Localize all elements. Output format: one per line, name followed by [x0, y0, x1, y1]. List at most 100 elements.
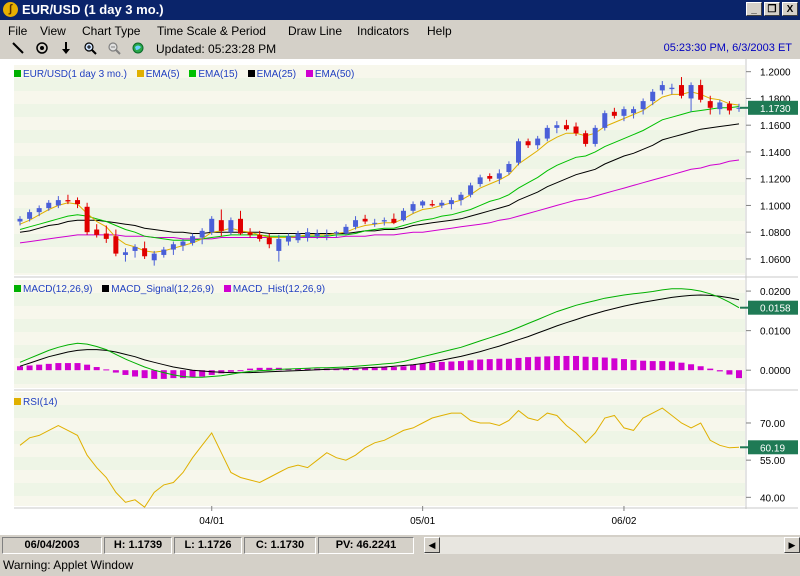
maximize-button[interactable]: ❐ [764, 2, 780, 16]
candle-body [525, 141, 531, 146]
candle-body [209, 218, 215, 233]
macd-hist-bar [371, 367, 378, 371]
candle-body [55, 200, 61, 206]
candle-body [650, 91, 656, 102]
macd-hist-bar [103, 369, 110, 371]
zoom-out-icon[interactable] [106, 41, 122, 57]
macd-hist-bar [74, 363, 81, 371]
rsi-last-value-label: 60.19 [760, 443, 785, 454]
macd-hist-bar [419, 363, 426, 371]
minimize-button[interactable]: _ [746, 2, 762, 16]
status-high: H: 1.1739 [104, 537, 172, 554]
menu-draw-line[interactable]: Draw Line [288, 24, 342, 38]
grid-band [14, 457, 745, 470]
menu-help[interactable]: Help [427, 24, 452, 38]
zoom-in-icon[interactable] [82, 41, 98, 57]
candle-body [161, 249, 167, 255]
price-tick-label: 1.1400 [760, 148, 791, 159]
legend-swatch-hist [223, 285, 231, 292]
grid-band [14, 182, 745, 195]
title-bar: ʃ EUR/USD (1 day 3 mo.) _ ❐ X [0, 0, 800, 20]
price-last-value-label: 1.1730 [760, 104, 791, 115]
price-tick-label: 1.1600 [760, 121, 791, 132]
candle-body [103, 233, 109, 239]
menu-file[interactable]: File [8, 24, 27, 38]
candle-body [487, 176, 493, 179]
menu-indicators[interactable]: Indicators [357, 24, 409, 38]
candle-body [170, 244, 176, 250]
macd-hist-bar [438, 361, 445, 371]
macd-hist-bar [716, 370, 723, 372]
candle-body [17, 218, 23, 222]
macd-hist-bar [93, 367, 100, 371]
grid-band [14, 143, 745, 156]
grid-band [14, 156, 745, 169]
grid-band [14, 405, 745, 418]
macd-hist-bar [678, 362, 685, 371]
macd-hist-bar [84, 364, 91, 371]
menu-view[interactable]: View [40, 24, 66, 38]
legend-macd: MACD(12,26,9) [23, 284, 93, 295]
legend-swatch-ema5 [136, 70, 144, 77]
candle-body [295, 233, 301, 241]
chart-area[interactable]: 1.2000 1.1800 1.1600 1.1400 1.1200 1.1000 1.08… [0, 59, 800, 535]
rsi-last-value: 60.19 [740, 440, 798, 455]
macd-hist-bar [659, 361, 666, 371]
candle-body [94, 229, 100, 235]
candle-body [726, 103, 732, 111]
date-tick-label: 05/01 [410, 516, 435, 527]
horizontal-scrollbar[interactable]: ◀ ▶ [424, 537, 800, 554]
candle-body [75, 200, 81, 205]
globe-icon[interactable] [130, 41, 146, 57]
candle-body [199, 230, 205, 238]
applet-warning: Warning: Applet Window [3, 558, 134, 572]
macd-hist-bar [486, 359, 493, 371]
candle-body [717, 102, 723, 110]
price-last-value: 1.1730 [740, 100, 798, 115]
target-icon[interactable] [34, 41, 50, 57]
macd-hist-bar [352, 368, 359, 371]
scroll-left-button[interactable]: ◀ [424, 537, 440, 553]
candle-body [468, 185, 474, 195]
macd-hist-bar [227, 370, 234, 372]
legend-swatch-ema50 [305, 70, 313, 77]
chart-canvas[interactable]: 1.20001.18001.16001.14001.12001.10001.08… [0, 59, 800, 535]
macd-hist-bar [573, 355, 580, 371]
macd-hist-bar [505, 358, 512, 371]
menu-time-scale[interactable]: Time Scale & Period [157, 24, 266, 38]
candle-body [640, 101, 646, 110]
grid-band [14, 208, 745, 221]
draw-line-icon[interactable] [10, 41, 26, 57]
scroll-right-button[interactable]: ▶ [784, 537, 800, 553]
price-tick-label: 1.1000 [760, 201, 791, 212]
macd-hist-bar [448, 361, 455, 371]
clock-time: 05:23:30 PM, 6/3/2003 ET [663, 42, 792, 54]
candle-body [266, 237, 272, 245]
legend-signal: MACD_Signal(12,26,9) [111, 284, 215, 295]
candle-body [678, 85, 684, 96]
candle-body [142, 248, 148, 257]
candle-body [448, 200, 454, 205]
macd-hist-bar [132, 370, 139, 377]
app-icon: ʃ [3, 2, 18, 17]
rsi-tick-label: 40.00 [760, 493, 785, 504]
candle-body [27, 212, 33, 219]
candle-body [631, 109, 637, 114]
legend-ema50: EMA(50) [314, 69, 355, 80]
macd-hist-bar [141, 370, 148, 379]
macd-hist-bar [688, 364, 695, 371]
close-button[interactable]: X [782, 2, 798, 16]
price-tick-label: 1.1200 [760, 175, 791, 186]
candle-body [36, 208, 42, 213]
candle-body [132, 246, 138, 251]
grid-band [14, 117, 745, 130]
menu-chart-type[interactable]: Chart Type [82, 24, 140, 38]
candle-body [563, 125, 569, 130]
grid-band [14, 392, 745, 405]
macd-hist-bar [256, 367, 263, 371]
down-arrow-icon[interactable] [58, 41, 74, 57]
candle-body [516, 141, 522, 163]
candle-body [439, 202, 445, 206]
grid-band [14, 273, 745, 275]
macd-hist-bar [736, 370, 742, 379]
